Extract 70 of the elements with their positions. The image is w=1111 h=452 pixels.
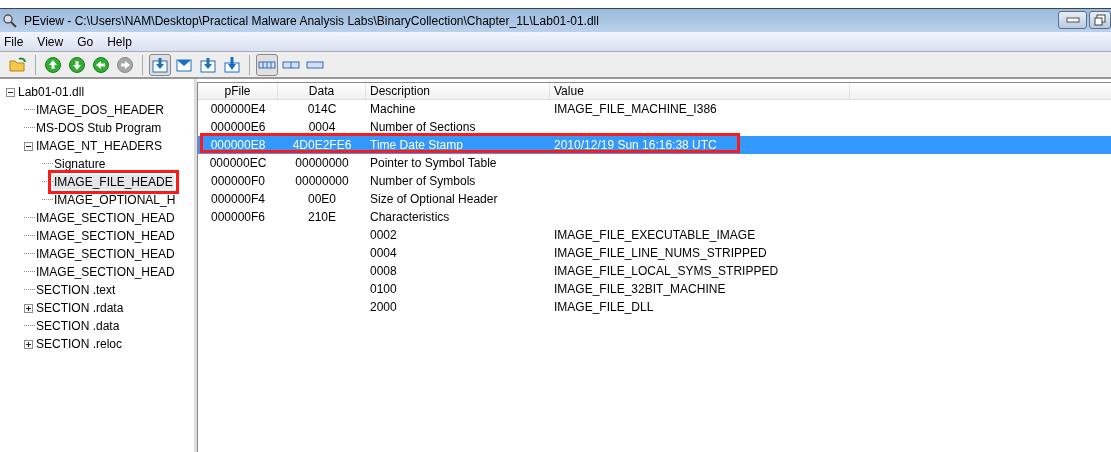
- table-cell-text: IMAGE_FILE_DLL: [553, 300, 655, 314]
- tree-item[interactable]: SECTION .reloc: [35, 337, 123, 351]
- restore-button[interactable]: [1089, 10, 1111, 29]
- tree-item[interactable]: IMAGE_SECTION_HEAD: [35, 247, 176, 261]
- minimize-icon: [1065, 14, 1080, 25]
- tree-item[interactable]: SECTION .rdata: [35, 301, 125, 315]
- table-cell-text: IMAGE_FILE_LINE_NUMS_STRIPPED: [553, 246, 768, 260]
- table-cell-text: 00E0: [307, 192, 337, 206]
- table-cell-text: IMAGE_FILE_EXECUTABLE_IMAGE: [553, 228, 757, 242]
- folder-icon: [9, 55, 27, 74]
- table-cell-text: 00000000: [294, 174, 350, 188]
- table-cell-text: Number of Sections: [369, 120, 477, 134]
- table-cell-text: 00000000: [294, 156, 350, 170]
- table-cell-text: 210E: [307, 210, 337, 224]
- table-cell-text: IMAGE_FILE_32BIT_MACHINE: [553, 282, 727, 296]
- save-box-button[interactable]: [149, 53, 171, 76]
- table-cell-text: 2000: [369, 300, 398, 314]
- table-cell-text: 0100: [369, 282, 398, 296]
- table-cell-text: 000000F6: [209, 210, 266, 224]
- tree-item[interactable]: Signature: [53, 157, 107, 171]
- download-icon: [223, 55, 241, 74]
- table-cell-text: Machine: [369, 102, 417, 116]
- table-cell-text: 0008: [369, 264, 398, 278]
- menu-item[interactable]: Go: [77, 34, 94, 49]
- expander-icon[interactable]: [24, 303, 33, 313]
- tree-item[interactable]: IMAGE_SECTION_HEAD: [35, 265, 176, 279]
- menu-item[interactable]: File: [4, 34, 24, 49]
- table-cell-text: 0004: [307, 120, 337, 134]
- table-cell-text: Time Date Stamp: [369, 138, 464, 152]
- tree-item[interactable]: IMAGE_SECTION_HEAD: [35, 211, 176, 225]
- table-cell-text: IMAGE_FILE_MACHINE_I386: [553, 102, 718, 116]
- view-bytes-button[interactable]: [256, 53, 278, 76]
- tree-item[interactable]: IMAGE_OPTIONAL_H: [53, 193, 177, 207]
- expander-icon[interactable]: [24, 141, 33, 151]
- window-title: PEview - C:\Users\NAM\Desktop\Practical Malware Analysis Labs\BinaryCollection\Chapter_1L\Lab01-01.dll: [24, 13, 600, 28]
- tree-item[interactable]: Lab01-01.dll: [17, 85, 86, 99]
- minimize-button[interactable]: [1058, 10, 1087, 29]
- column-header[interactable]: pFile: [198, 83, 278, 99]
- table-cell-text: Characteristics: [369, 210, 451, 224]
- table-cell-text: 2010/12/19 Sun 16:16:38 UTC: [553, 138, 718, 152]
- table-cell-text: IMAGE_FILE_LOCAL_SYMS_STRIPPED: [553, 264, 780, 278]
- table-cell-text: Pointer to Symbol Table: [369, 156, 498, 170]
- download-icon: [199, 55, 217, 74]
- table-cell-text: 000000F4: [209, 192, 266, 206]
- table-cell-text: 000000E4: [209, 102, 267, 116]
- table-cell-text: Size of Optional Header: [369, 192, 499, 206]
- table-cell-text: 014C: [306, 102, 338, 116]
- tree-item[interactable]: SECTION .data: [35, 319, 121, 333]
- table-cell-text: 0004: [369, 246, 398, 260]
- column-header[interactable]: Data: [278, 83, 366, 99]
- menu-item[interactable]: Help: [107, 34, 132, 49]
- table-cell-text: 000000EC: [208, 156, 268, 170]
- expander-icon[interactable]: [24, 339, 33, 349]
- tree-item[interactable]: MS-DOS Stub Program: [35, 121, 163, 135]
- table-cell-text: Number of Symbols: [369, 174, 477, 188]
- expander-icon[interactable]: [6, 87, 15, 97]
- table-cell-text: 000000E6: [209, 120, 267, 134]
- table-cell-text: 4D0E2FE6: [291, 138, 353, 152]
- tree-item[interactable]: IMAGE_DOS_HEADER: [35, 103, 166, 117]
- column-header[interactable]: Description: [366, 83, 550, 99]
- tree-item[interactable]: IMAGE_NT_HEADERS: [35, 139, 164, 153]
- tree-item[interactable]: SECTION .text: [35, 283, 117, 297]
- download-icon: [151, 55, 169, 74]
- table-cell-text: 000000E8: [209, 138, 267, 152]
- table-cell-text: 000000F0: [209, 174, 266, 188]
- column-header[interactable]: Value: [550, 83, 850, 99]
- restore-icon: [1094, 13, 1106, 26]
- menu-item[interactable]: View: [37, 34, 64, 49]
- tree-item[interactable]: IMAGE_SECTION_HEAD: [35, 229, 176, 243]
- table-cell-text: 0002: [369, 228, 398, 242]
